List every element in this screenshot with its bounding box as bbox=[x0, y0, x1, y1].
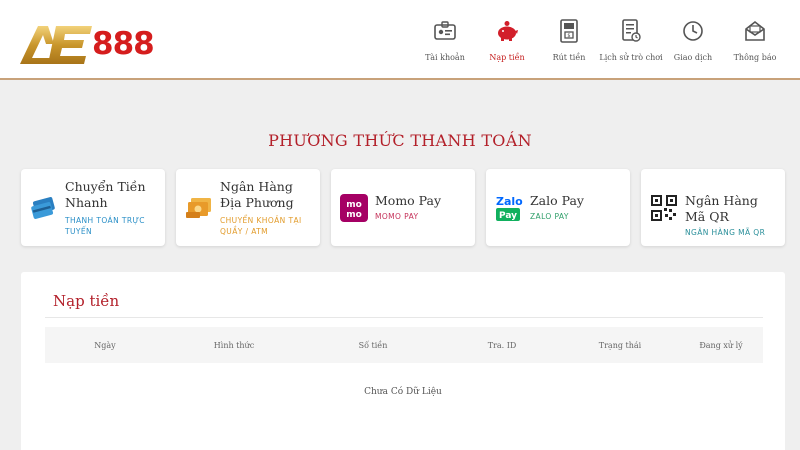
payment-method-name: Zalo Pay bbox=[530, 193, 584, 208]
nav-label: Lịch sử trò chơi bbox=[599, 53, 663, 62]
svg-text:Zalo: Zalo bbox=[496, 195, 523, 208]
column-header-processing: Đang xử lý bbox=[699, 340, 743, 350]
payment-method-name: Chuyển Tiền Nhanh bbox=[65, 179, 146, 210]
svg-text:mo: mo bbox=[346, 200, 362, 210]
nav-label: Rút tiền bbox=[552, 53, 586, 62]
withdraw-atm-icon: $ bbox=[556, 18, 582, 44]
payment-method-momo[interactable]: mo mo Momo Pay MOMO PAY bbox=[331, 169, 475, 246]
logo-number: 888 bbox=[92, 26, 155, 62]
payment-method-qr-bank[interactable]: Ngân Hàng Mã QR NGÂN HÀNG MÃ QR bbox=[641, 169, 785, 246]
piggy-bank-icon bbox=[494, 18, 520, 44]
payment-method-local-bank[interactable]: Ngân Hàng Địa Phương CHUYỂN KHOẢN TẠI QU… bbox=[176, 169, 320, 246]
divider bbox=[45, 317, 763, 318]
top-header: 888 Tài khoản Nạp tiền $ Rút tiền Lịch s… bbox=[0, 0, 800, 80]
column-header-status: Trạng thái bbox=[598, 340, 642, 350]
top-nav: Tài khoản Nạp tiền $ Rút tiền Lịch sử tr… bbox=[414, 18, 786, 62]
payment-method-subtitle: MOMO PAY bbox=[375, 212, 419, 221]
empty-state-text: Chưa Có Dữ Liệu bbox=[364, 387, 442, 397]
payment-methods: Chuyển Tiền Nhanh THANH TOÁN TRỰC TUYẾN … bbox=[21, 169, 785, 246]
payment-method-subtitle: THANH TOÁN TRỰC TUYẾN bbox=[65, 216, 145, 236]
nav-transactions[interactable]: Giao dịch bbox=[662, 18, 724, 62]
nav-game-history[interactable]: Lịch sử trò chơi bbox=[599, 18, 663, 62]
payment-method-name: Ngân Hàng Mã QR bbox=[685, 193, 758, 224]
svg-text:Pay: Pay bbox=[499, 211, 517, 221]
payment-method-subtitle: CHUYỂN KHOẢN TẠI QUẦY / ATM bbox=[220, 216, 302, 236]
column-header-amount: Số tiền bbox=[358, 340, 388, 350]
nav-label: Giao dịch bbox=[673, 53, 713, 62]
game-history-icon bbox=[618, 18, 644, 44]
svg-text:mo: mo bbox=[346, 210, 362, 220]
nav-withdraw[interactable]: $ Rút tiền bbox=[538, 18, 600, 62]
momo-logo-icon: mo mo bbox=[339, 193, 369, 223]
brand-logo[interactable]: 888 bbox=[18, 20, 155, 68]
zalopay-logo-icon: Zalo Pay bbox=[494, 193, 524, 223]
ae-logo-icon bbox=[20, 26, 92, 64]
clock-icon bbox=[680, 18, 706, 44]
envelope-icon bbox=[742, 18, 768, 44]
nav-label: Thông báo bbox=[733, 53, 777, 62]
nav-notifications[interactable]: Thông báo bbox=[724, 18, 786, 62]
payment-method-subtitle: ZALO PAY bbox=[530, 212, 569, 221]
column-header-method: Hình thức bbox=[213, 340, 255, 350]
nav-label: Nạp tiền bbox=[489, 53, 525, 62]
local-bank-cash-icon bbox=[184, 193, 214, 223]
column-header-date: Ngày bbox=[94, 340, 116, 350]
svg-text:$: $ bbox=[567, 33, 570, 39]
payment-method-subtitle: NGÂN HÀNG MÃ QR bbox=[685, 228, 766, 237]
payment-method-name: Ngân Hàng Địa Phương bbox=[220, 179, 294, 210]
nav-deposit[interactable]: Nạp tiền bbox=[476, 18, 538, 62]
payment-methods-title: PHƯƠNG THỨC THANH TOÁN bbox=[268, 131, 532, 150]
payment-method-fast-transfer[interactable]: Chuyển Tiền Nhanh THANH TOÁN TRỰC TUYẾN bbox=[21, 169, 165, 246]
payment-method-zalopay[interactable]: Zalo Pay Zalo Pay ZALO PAY bbox=[486, 169, 630, 246]
nav-account[interactable]: Tài khoản bbox=[414, 18, 476, 62]
deposit-table-header: Ngày Hình thức Số tiền Tra. ID Trạng thá… bbox=[45, 327, 763, 363]
fast-transfer-cards-icon bbox=[29, 193, 59, 223]
account-card-icon bbox=[432, 18, 458, 44]
payment-method-name: Momo Pay bbox=[375, 193, 442, 208]
deposit-title: Nạp tiền bbox=[53, 292, 120, 310]
column-header-transaction-id: Tra. ID bbox=[487, 340, 517, 350]
qr-code-icon bbox=[649, 193, 679, 223]
deposit-panel: Nạp tiền Ngày Hình thức Số tiền Tra. ID … bbox=[21, 272, 785, 450]
nav-label: Tài khoản bbox=[425, 53, 465, 62]
